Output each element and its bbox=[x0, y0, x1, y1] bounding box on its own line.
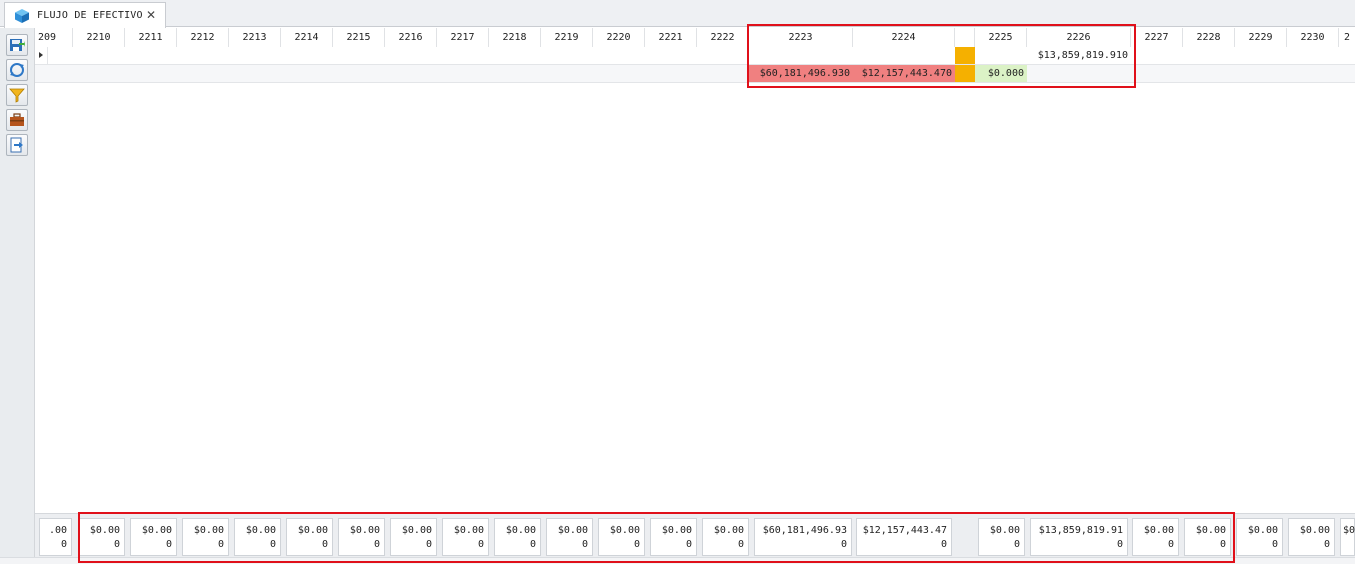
filter-icon bbox=[9, 88, 25, 103]
totals-footer: .00 0 $0.00 0 $0.00 0 $0.00 0 $0.00 0 $0… bbox=[35, 513, 1355, 558]
column-header[interactable]: 2230 bbox=[1287, 28, 1339, 47]
total-cell: $60,181,496.93 0 bbox=[754, 518, 852, 556]
briefcase-icon bbox=[10, 113, 24, 126]
column-header[interactable] bbox=[955, 28, 975, 47]
column-header[interactable]: 2222 bbox=[697, 28, 749, 47]
total-cell: $12,157,443.47 0 bbox=[856, 518, 952, 556]
total-cell: $0.00 0 bbox=[182, 518, 229, 556]
column-header[interactable]: 2 bbox=[1339, 28, 1355, 47]
export-button[interactable] bbox=[6, 134, 28, 156]
total-cell: $0.00 0 bbox=[1132, 518, 1179, 556]
column-header[interactable]: 2212 bbox=[177, 28, 229, 47]
total-cell: $0.00 0 bbox=[978, 518, 1025, 556]
total-cell: $0.00 0 bbox=[338, 518, 385, 556]
total-cell: $0.00 0 bbox=[702, 518, 749, 556]
column-header[interactable]: 2211 bbox=[125, 28, 177, 47]
column-header[interactable]: 2221 bbox=[645, 28, 697, 47]
column-header[interactable]: 209 bbox=[35, 28, 73, 47]
total-cell: $0.00 0 bbox=[78, 518, 125, 556]
column-header[interactable]: 2220 bbox=[593, 28, 645, 47]
briefcase-button[interactable] bbox=[6, 109, 28, 131]
cube-icon bbox=[15, 9, 29, 23]
column-header[interactable]: 2216 bbox=[385, 28, 437, 47]
cell-2226[interactable]: $13,859,819.910 bbox=[1027, 47, 1131, 64]
row-indicator-icon bbox=[35, 47, 48, 64]
column-header[interactable]: 2226 bbox=[1027, 28, 1131, 47]
close-icon[interactable]: ✕ bbox=[146, 8, 156, 22]
status-cell bbox=[955, 65, 975, 82]
tab-label: FLUJO DE EFECTIVO bbox=[37, 10, 143, 21]
total-cell: $0.00 0 bbox=[390, 518, 437, 556]
table-row[interactable]: $13,859,819.910 bbox=[35, 47, 1355, 65]
total-cell: $0.00 0 bbox=[1184, 518, 1231, 556]
cell-2223[interactable]: $60,181,496.930 bbox=[749, 65, 853, 82]
cell-2225[interactable]: $0.000 bbox=[975, 65, 1027, 82]
total-cell: $0.00 0 bbox=[286, 518, 333, 556]
left-toolbar bbox=[0, 28, 35, 563]
filter-button[interactable] bbox=[6, 84, 28, 106]
refresh-button[interactable] bbox=[6, 59, 28, 81]
column-header[interactable]: 2228 bbox=[1183, 28, 1235, 47]
refresh-icon bbox=[10, 63, 24, 77]
column-header-row: 209 2210 2211 2212 2213 2214 2215 2216 2… bbox=[35, 28, 1355, 48]
total-cell: $0.00 0 bbox=[442, 518, 489, 556]
column-header[interactable]: 2214 bbox=[281, 28, 333, 47]
column-header[interactable]: 2217 bbox=[437, 28, 489, 47]
tab-strip: FLUJO DE EFECTIVO ✕ bbox=[0, 0, 1355, 28]
column-header[interactable]: 2219 bbox=[541, 28, 593, 47]
column-header[interactable]: 2223 bbox=[749, 28, 853, 47]
total-cell: $0.00 0 bbox=[650, 518, 697, 556]
total-cell: $0.00 0 bbox=[598, 518, 645, 556]
column-header[interactable]: 2210 bbox=[73, 28, 125, 47]
cash-flow-grid: 209 2210 2211 2212 2213 2214 2215 2216 2… bbox=[35, 28, 1355, 518]
total-cell: $0 bbox=[1340, 518, 1355, 556]
total-cell: $0.00 0 bbox=[234, 518, 281, 556]
total-cell: $0.00 0 bbox=[546, 518, 593, 556]
save-export-button[interactable] bbox=[6, 34, 28, 56]
cell-2224[interactable]: $12,157,443.470 bbox=[853, 65, 955, 82]
column-header[interactable]: 2229 bbox=[1235, 28, 1287, 47]
column-header[interactable]: 2227 bbox=[1131, 28, 1183, 47]
total-cell: $0.00 0 bbox=[130, 518, 177, 556]
status-cell bbox=[955, 47, 975, 64]
save-export-icon bbox=[10, 39, 25, 51]
table-row[interactable]: $60,181,496.930 $12,157,443.470 $0.000 bbox=[35, 65, 1355, 83]
export-arrow-icon bbox=[10, 137, 23, 153]
total-cell: $13,859,819.91 0 bbox=[1030, 518, 1128, 556]
total-cell: .00 0 bbox=[39, 518, 72, 556]
total-cell: $0.00 0 bbox=[494, 518, 541, 556]
total-cell: $0.00 0 bbox=[1288, 518, 1335, 556]
column-header[interactable]: 2225 bbox=[975, 28, 1027, 47]
column-header[interactable]: 2224 bbox=[853, 28, 955, 47]
column-header[interactable]: 2218 bbox=[489, 28, 541, 47]
tab-flujo-de-efectivo[interactable]: FLUJO DE EFECTIVO ✕ bbox=[4, 2, 166, 28]
column-header[interactable]: 2213 bbox=[229, 28, 281, 47]
total-cell: $0.00 0 bbox=[1236, 518, 1283, 556]
column-header[interactable]: 2215 bbox=[333, 28, 385, 47]
